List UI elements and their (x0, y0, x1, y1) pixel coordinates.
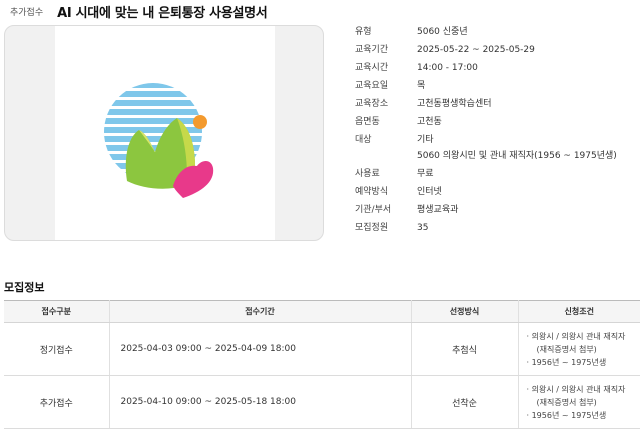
recruit-table: 접수구분 접수기간 선정방식 신청조건 정기접수 2025-04-03 09:0… (4, 300, 640, 429)
cell-type: 정기접수 (4, 322, 110, 376)
course-image-inner (55, 26, 275, 240)
column-header: 선정방식 (411, 300, 519, 323)
city-emblem-icon (104, 83, 214, 198)
cell-condition: · 의왕시 / 의왕시 관내 재직자 (재직증명서 첨부) · 1956년 ~ … (518, 322, 640, 376)
column-header: 접수기간 (109, 300, 412, 323)
table-header-row: 접수구분 접수기간 선정방식 신청조건 (4, 300, 640, 323)
table-row: 정기접수 2025-04-03 09:00 ~ 2025-04-09 18:00… (4, 322, 640, 376)
course-info: 유형 5060 신중년 교육기간 2025-05-22 ~ 2025-05-29… (355, 26, 635, 240)
info-place: 교육장소 고천동평생학습센터 (355, 99, 492, 109)
cell-method: 선착순 (411, 375, 519, 429)
info-type: 유형 5060 신중년 (355, 27, 468, 37)
cell-condition: · 의왕시 / 의왕시 관내 재직자 (재직증명서 첨부) · 1956년 ~ … (518, 375, 640, 429)
info-period: 교육기간 2025-05-22 ~ 2025-05-29 (355, 45, 535, 55)
course-image (4, 25, 324, 241)
column-header: 접수구분 (4, 300, 110, 323)
cell-method: 추첨식 (411, 322, 519, 376)
info-target: 대상 기타 5060 의왕시민 및 관내 재직자(1956 ~ 1975년생) (355, 135, 617, 161)
table-row: 추가접수 2025-04-10 09:00 ~ 2025-05-18 18:00… (4, 375, 640, 429)
cell-type: 추가접수 (4, 375, 110, 429)
info-department: 기관/부서 평생교육과 (355, 205, 459, 215)
info-capacity: 모집정원 35 (355, 223, 429, 233)
status-badge: 추가접수 (10, 7, 44, 18)
info-day: 교육요일 목 (355, 81, 426, 91)
section-title-recruit: 모집정보 (4, 281, 45, 294)
cell-period: 2025-04-10 09:00 ~ 2025-05-18 18:00 (109, 375, 412, 429)
info-time: 교육시간 14:00 - 17:00 (355, 63, 478, 73)
page-title: AI 시대에 맞는 내 은퇴통장 사용설명서 (57, 5, 268, 21)
column-header: 신청조건 (518, 300, 640, 323)
info-reservation: 예약방식 인터넷 (355, 187, 442, 197)
cell-period: 2025-04-03 09:00 ~ 2025-04-09 18:00 (109, 322, 412, 376)
info-district: 읍면동 고천동 (355, 117, 442, 127)
page-header: 추가접수 AI 시대에 맞는 내 은퇴통장 사용설명서 (10, 2, 268, 21)
info-fee: 사용료 무료 (355, 169, 434, 179)
